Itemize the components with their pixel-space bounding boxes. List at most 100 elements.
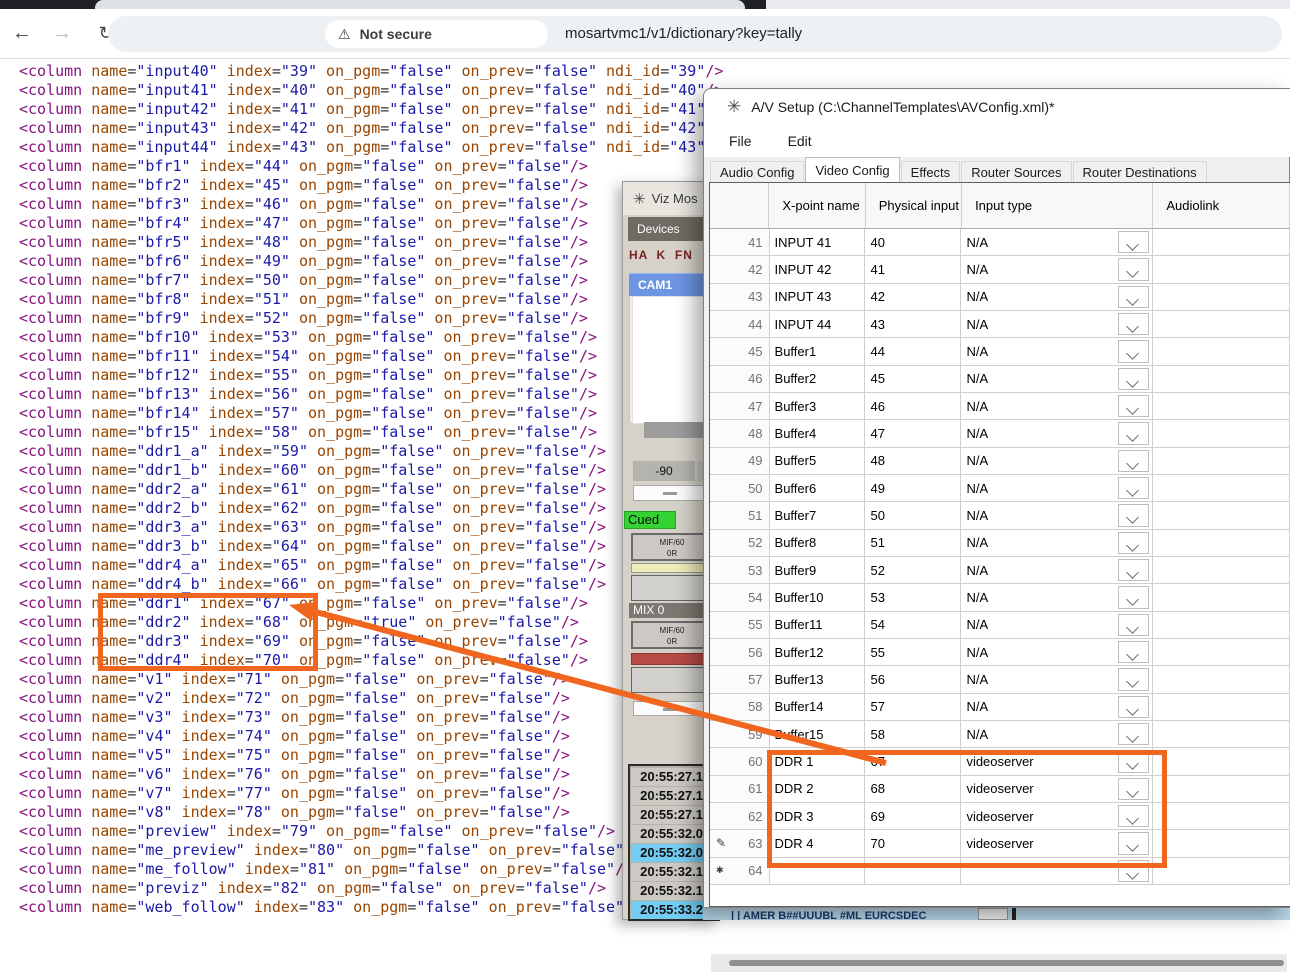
menu-edit[interactable]: Edit <box>777 125 823 157</box>
row-header-cell[interactable]: 61 <box>710 776 770 803</box>
browser-tab[interactable] <box>95 0 745 9</box>
cell-audiolink[interactable] <box>1153 311 1290 338</box>
cell-audiolink[interactable] <box>1153 256 1290 283</box>
row-header-cell[interactable]: 47 <box>710 393 770 420</box>
cell-physical-input[interactable]: 53 <box>865 584 961 611</box>
row-header-cell[interactable]: 55 <box>710 612 770 639</box>
cell-physical-input[interactable]: 68 <box>865 776 961 803</box>
cell-audiolink[interactable] <box>1153 366 1290 393</box>
cell-physical-input[interactable]: 46 <box>865 393 961 420</box>
cell-physical-input[interactable]: 40 <box>865 229 961 256</box>
cell-audiolink[interactable] <box>1153 530 1290 557</box>
cell-audiolink[interactable] <box>1153 748 1290 775</box>
row-header-cell[interactable]: 44 <box>710 311 770 338</box>
cell-physical-input[interactable]: 47 <box>865 420 961 447</box>
cell-audiolink[interactable] <box>1153 475 1290 502</box>
tab-effects[interactable]: Effects <box>901 161 961 182</box>
cell-xpoint-name[interactable]: INPUT 44 <box>770 311 866 338</box>
cell-xpoint-name[interactable]: DDR 1 <box>770 748 866 775</box>
row-header-cell[interactable]: 43 <box>710 284 770 311</box>
tab-video-config[interactable]: Video Config <box>805 157 899 182</box>
av-setup-window[interactable]: ✳ A/V Setup (C:\ChannelTemplates\AVConfi… <box>703 88 1290 908</box>
input-type-dropdown[interactable] <box>1118 832 1149 854</box>
cell-input-type[interactable]: N/A <box>961 694 1153 721</box>
input-type-dropdown[interactable] <box>1118 805 1149 827</box>
cell-audiolink[interactable] <box>1153 448 1290 475</box>
cell-input-type[interactable]: videoserver <box>961 748 1153 775</box>
cell-physical-input[interactable]: 41 <box>865 256 961 283</box>
cell-audiolink[interactable] <box>1153 502 1290 529</box>
tab-router-sources[interactable]: Router Sources <box>961 161 1071 182</box>
cell-audiolink[interactable] <box>1153 338 1290 365</box>
row-header-cell[interactable]: 42 <box>710 256 770 283</box>
input-type-dropdown[interactable] <box>1118 504 1149 526</box>
cell-xpoint-name[interactable]: Buffer9 <box>770 557 866 584</box>
cell-xpoint-name[interactable]: Buffer7 <box>770 502 866 529</box>
cell-xpoint-name[interactable]: Buffer5 <box>770 448 866 475</box>
input-type-dropdown[interactable] <box>1118 778 1149 800</box>
scrollbar-thumb[interactable] <box>729 960 1284 966</box>
input-type-dropdown[interactable] <box>1118 477 1149 499</box>
cell-input-type[interactable]: N/A <box>961 666 1153 693</box>
cell-xpoint-name[interactable]: Buffer10 <box>770 584 866 611</box>
input-type-dropdown[interactable] <box>1118 668 1149 690</box>
cell-audiolink[interactable] <box>1153 803 1290 830</box>
cell-xpoint-name[interactable]: INPUT 43 <box>770 284 866 311</box>
cell-physical-input[interactable]: 56 <box>865 666 961 693</box>
cell-audiolink[interactable] <box>1153 584 1290 611</box>
cell-xpoint-name[interactable]: Buffer14 <box>770 694 866 721</box>
column-header-input-type[interactable]: Input type <box>962 183 1153 229</box>
address-bar[interactable]: ⚠ Not secure mosartvmc1/v1/dictionary?ke… <box>108 16 1282 52</box>
cell-physical-input[interactable]: 45 <box>865 366 961 393</box>
column-header-x-point-name[interactable]: X-point name <box>769 183 865 229</box>
input-type-dropdown[interactable] <box>1118 450 1149 472</box>
row-header-cell[interactable]: 56 <box>710 639 770 666</box>
cell-physical-input[interactable] <box>865 858 961 885</box>
transition-button[interactable]: MIF/60 0R <box>631 533 713 561</box>
security-chip[interactable]: ⚠ Not secure <box>325 20 548 48</box>
forward-icon[interactable]: → <box>48 19 76 47</box>
cell-audiolink[interactable] <box>1153 721 1290 748</box>
cell-audiolink[interactable] <box>1153 420 1290 447</box>
cell-audiolink[interactable] <box>1153 666 1290 693</box>
cell-xpoint-name[interactable] <box>770 858 866 885</box>
tab-audio-config[interactable]: Audio Config <box>710 161 804 182</box>
url-text[interactable]: mosartvmc1/v1/dictionary?key=tally <box>565 16 802 52</box>
cell-input-type[interactable]: N/A <box>961 338 1153 365</box>
row-header-cell[interactable]: 58 <box>710 694 770 721</box>
input-type-dropdown[interactable] <box>1118 860 1149 882</box>
input-type-dropdown[interactable] <box>1118 258 1149 280</box>
cell-physical-input[interactable]: 43 <box>865 311 961 338</box>
cell-xpoint-name[interactable]: Buffer8 <box>770 530 866 557</box>
input-type-dropdown[interactable] <box>1118 313 1149 335</box>
cell-xpoint-name[interactable]: Buffer6 <box>770 475 866 502</box>
cell-audiolink[interactable] <box>1153 639 1290 666</box>
cell-input-type[interactable]: N/A <box>961 284 1153 311</box>
transition-button[interactable]: MIF/60 0R <box>631 621 713 649</box>
fader-slider[interactable] <box>633 701 707 716</box>
cell-physical-input[interactable]: 42 <box>865 284 961 311</box>
row-header-cell[interactable]: 63✎ <box>710 830 770 857</box>
cell-input-type[interactable]: videoserver <box>961 803 1153 830</box>
input-type-dropdown[interactable] <box>1118 340 1149 362</box>
cell-xpoint-name[interactable]: INPUT 42 <box>770 256 866 283</box>
cell-physical-input[interactable]: 52 <box>865 557 961 584</box>
cell-audiolink[interactable] <box>1153 229 1290 256</box>
cell-physical-input[interactable]: 67 <box>865 748 961 775</box>
cell-physical-input[interactable]: 54 <box>865 612 961 639</box>
cell-audiolink[interactable] <box>1153 694 1290 721</box>
cell-input-type[interactable]: N/A <box>961 475 1153 502</box>
row-header-cell[interactable]: 64✱ <box>710 858 770 885</box>
column-header-physical-input[interactable]: Physical input <box>866 183 962 229</box>
cell-audiolink[interactable] <box>1153 557 1290 584</box>
input-type-dropdown[interactable] <box>1118 559 1149 581</box>
horizontal-scrollbar[interactable] <box>711 954 1287 972</box>
cell-input-type[interactable]: N/A <box>961 612 1153 639</box>
cell-input-type[interactable]: N/A <box>961 584 1153 611</box>
row-header-cell[interactable]: 60 <box>710 748 770 775</box>
row-header-cell[interactable]: 53 <box>710 557 770 584</box>
cell-physical-input[interactable]: 57 <box>865 694 961 721</box>
input-type-dropdown[interactable] <box>1118 422 1149 444</box>
row-header-cell[interactable]: 52 <box>710 530 770 557</box>
cell-xpoint-name[interactable]: Buffer11 <box>770 612 866 639</box>
